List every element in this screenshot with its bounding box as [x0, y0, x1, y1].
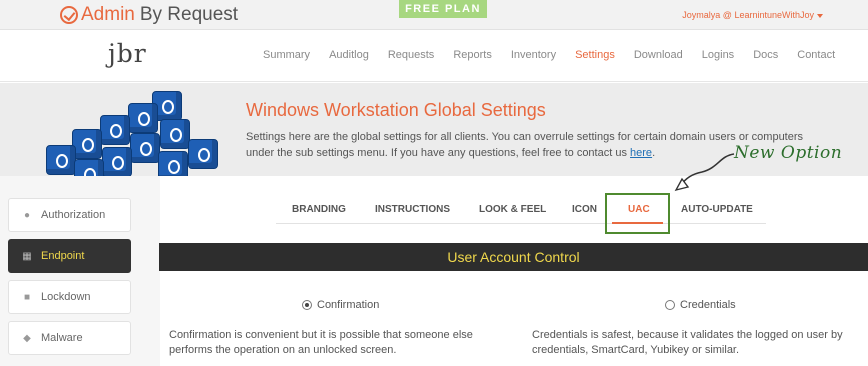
- brand-logo[interactable]: Admin By Request: [60, 4, 238, 26]
- tab-branding[interactable]: BRANDING: [292, 204, 346, 215]
- nav-menu: Summary Auditlog Requests Reports Invent…: [263, 49, 854, 61]
- nav-inventory[interactable]: Inventory: [511, 49, 556, 61]
- sidebar-item-label: Authorization: [41, 209, 106, 221]
- lock-icon: ■: [23, 291, 31, 303]
- settings-tabs: BRANDING INSTRUCTIONS LOOK & FEEL ICON U…: [276, 196, 766, 224]
- contact-link[interactable]: here: [630, 147, 652, 159]
- page-title: Windows Workstation Global Settings: [246, 100, 546, 120]
- sidebar-item-label: Lockdown: [41, 291, 91, 303]
- tab-auto-update[interactable]: AUTO-UPDATE: [681, 204, 753, 215]
- sidebar-item-authorization[interactable]: ● Authorization: [8, 198, 131, 232]
- radio-selected-icon[interactable]: [302, 300, 312, 310]
- settings-sidebar: ● Authorization ▦ Endpoint ■ Lockdown ◆ …: [0, 176, 160, 366]
- new-option-annotation: New Option: [734, 143, 843, 163]
- confirmation-radio[interactable]: Confirmation: [302, 299, 379, 311]
- section-header: User Account Control: [159, 243, 868, 271]
- caret-down-icon: [817, 13, 823, 18]
- top-bar: Admin By Request FREE PLAN Joymalya @ Le…: [0, 0, 868, 30]
- radio-unselected-icon[interactable]: [665, 300, 675, 310]
- shield-icon: ◆: [23, 332, 31, 344]
- tab-instructions[interactable]: INSTRUCTIONS: [375, 204, 450, 215]
- nav-requests[interactable]: Requests: [388, 49, 434, 61]
- nav-logins[interactable]: Logins: [702, 49, 734, 61]
- nav-contact[interactable]: Contact: [797, 49, 835, 61]
- nav-docs[interactable]: Docs: [753, 49, 778, 61]
- sidebar-item-label: Malware: [41, 332, 83, 344]
- confirmation-label: Confirmation: [317, 299, 380, 311]
- sidebar-item-lockdown[interactable]: ■ Lockdown: [8, 280, 131, 314]
- uac-highlight-box: [605, 193, 670, 234]
- confirmation-description: Confirmation is convenient but it is pos…: [169, 329, 473, 356]
- brand-name-admin: Admin: [81, 4, 135, 25]
- tab-look-and-feel[interactable]: LOOK & FEEL: [479, 204, 546, 215]
- main-navbar: jbr Summary Auditlog Requests Reports In…: [0, 30, 868, 82]
- hero-description-end: .: [652, 147, 656, 159]
- brand-name-by-request: By Request: [139, 4, 239, 25]
- nav-summary[interactable]: Summary: [263, 49, 310, 61]
- sidebar-item-malware[interactable]: ◆ Malware: [8, 321, 131, 355]
- nav-download[interactable]: Download: [634, 49, 683, 61]
- jbr-logo[interactable]: jbr: [108, 39, 147, 68]
- plan-badge: FREE PLAN: [399, 0, 487, 18]
- credentials-label: Credentials: [680, 299, 736, 311]
- tab-icon[interactable]: ICON: [572, 204, 597, 215]
- nav-reports[interactable]: Reports: [453, 49, 492, 61]
- windows-icon: ▦: [22, 250, 32, 262]
- sidebar-item-label: Endpoint: [41, 250, 85, 262]
- cubes-illustration: [40, 89, 220, 176]
- credentials-radio[interactable]: Credentials: [665, 299, 736, 311]
- check-circle-icon: [60, 6, 78, 24]
- credentials-description: Credentials is safest, because it valida…: [532, 329, 843, 356]
- user-icon: ●: [23, 209, 31, 221]
- nav-settings[interactable]: Settings: [575, 49, 615, 61]
- sidebar-item-endpoint[interactable]: ▦ Endpoint: [8, 239, 131, 273]
- user-menu[interactable]: Joymalya @ LearnintuneWithJoy: [682, 10, 823, 20]
- annotation-arrow-icon: [674, 153, 735, 192]
- nav-auditlog[interactable]: Auditlog: [329, 49, 369, 61]
- user-account: Joymalya @ LearnintuneWithJoy: [682, 10, 814, 20]
